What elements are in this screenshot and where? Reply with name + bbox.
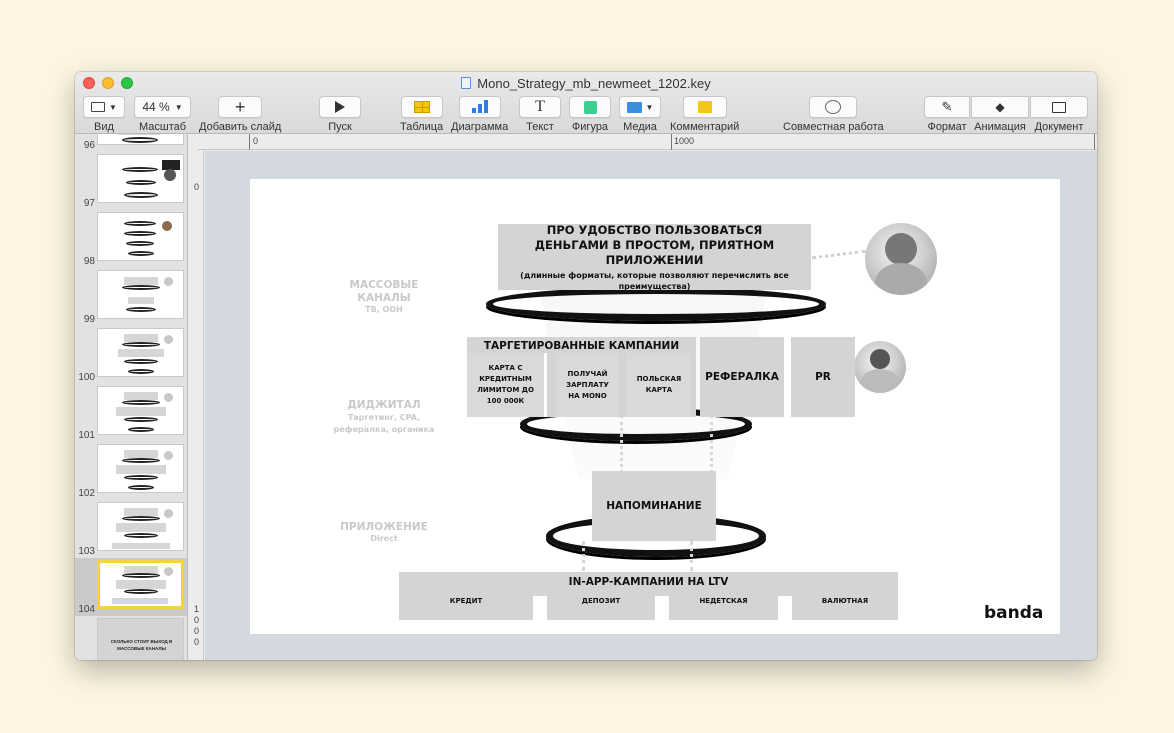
document-button[interactable]: Документ: [1030, 96, 1088, 133]
view-button[interactable]: ▼ Вид: [83, 96, 125, 133]
slide-thumbnail[interactable]: 100: [75, 326, 187, 384]
document-icon: [1052, 101, 1066, 113]
credit-card-box: КАРТА С КРЕДИТНЫМ ЛИМИТОМ ДО 100 000К: [467, 353, 547, 417]
animate-icon: ◆: [995, 100, 1005, 114]
inapp-item: НЕДЕТСКАЯ: [699, 597, 748, 605]
connector-line: [812, 249, 866, 260]
slide-thumbnail[interactable]: 99: [75, 268, 187, 326]
referral-box: РЕФЕРАЛКА: [700, 337, 784, 417]
horizontal-ruler: 0 1000: [198, 134, 1097, 150]
slide-thumbnail[interactable]: СКОЛЬКО СТОИТ ВЫХОД В МАССОВЫЕ КАНАЛЫ: [75, 616, 187, 660]
comment-icon: [697, 101, 712, 113]
inapp-item: ДЕПОЗИТ: [581, 597, 621, 605]
vertical-ruler: 0 1 0 0 0: [188, 134, 204, 660]
paintbrush-icon: ✎: [941, 99, 953, 114]
chart-button[interactable]: Диаграмма: [451, 96, 508, 133]
slide-thumbnail[interactable]: 103: [75, 500, 187, 558]
inapp-item: ВАЛЮТНАЯ: [821, 597, 869, 605]
digital-label: ДИДЖИТАЛ Таргетинг, CPA, рефералка, орга…: [333, 399, 435, 434]
banda-logo: banda: [984, 603, 1044, 623]
slide-canvas[interactable]: ПРО УДОБСТВО ПОЛЬЗОВАТЬСЯ ДЕНЬГАМИ В ПРО…: [205, 151, 1097, 660]
table-icon: [413, 101, 430, 113]
slide-thumbnail[interactable]: 102: [75, 442, 187, 500]
collaborate-icon: [825, 100, 842, 114]
media-button[interactable]: ▼ Медиа: [619, 96, 661, 133]
inapp-item: КРЕДИТ: [449, 597, 483, 605]
comment-button[interactable]: Комментарий: [670, 96, 739, 133]
app-label: ПРИЛОЖЕНИЕ Direct: [340, 521, 428, 543]
slide-navigator[interactable]: 96 97 98 99 100 101 102 103 104 СКОЛЬКО …: [75, 134, 188, 660]
photo-icon: [626, 101, 642, 113]
slide-thumbnail[interactable]: 96: [75, 134, 187, 152]
slide[interactable]: ПРО УДОБСТВО ПОЛЬЗОВАТЬСЯ ДЕНЬГАМИ В ПРО…: [250, 179, 1060, 634]
pr-box: PR: [791, 337, 855, 417]
view-icon: [91, 102, 106, 112]
text-button[interactable]: T Текст: [519, 96, 561, 133]
text-icon: T: [535, 98, 545, 115]
window-title: Mono_Strategy_mb_newmeet_1202.key: [75, 76, 1097, 91]
chevron-down-icon: ▼: [109, 102, 117, 112]
mass-channels-label: МАССОВЫЕ КАНАЛЫ ТВ, ООН: [349, 279, 419, 314]
reminder-box: НАПОМИНАНИЕ: [592, 471, 716, 541]
slide-thumbnail[interactable]: 101: [75, 384, 187, 442]
slide-thumbnail[interactable]: 97: [75, 152, 187, 210]
person-photo: [865, 223, 937, 295]
person-photo: [854, 341, 906, 393]
plus-icon: +: [234, 97, 246, 117]
keynote-document-icon: [461, 77, 472, 89]
format-button[interactable]: ✎ Формат: [924, 96, 970, 133]
toolbar: Mono_Strategy_mb_newmeet_1202.key ▼ Вид …: [75, 72, 1097, 134]
salary-card-box: ПОЛУЧАЙ ЗАРПЛАТУ НА MONO: [556, 353, 619, 417]
slide-thumbnail-selected[interactable]: 104: [75, 558, 187, 616]
table-button[interactable]: Таблица: [400, 96, 443, 133]
chart-icon: [471, 100, 488, 113]
zoom-select[interactable]: 44 % ▼ Масштаб: [134, 96, 191, 133]
shape-icon: [583, 100, 597, 114]
keynote-window: Mono_Strategy_mb_newmeet_1202.key ▼ Вид …: [75, 72, 1097, 660]
funnel-ring-top: [486, 287, 826, 321]
chevron-down-icon: ▼: [174, 102, 183, 112]
slide-thumbnail[interactable]: 98: [75, 210, 187, 268]
collaborate-button[interactable]: Совместная работа: [783, 96, 884, 133]
chevron-down-icon: ▼: [645, 102, 654, 112]
add-slide-button[interactable]: + Добавить слайд: [199, 96, 281, 133]
animate-button[interactable]: ◆ Анимация: [971, 96, 1029, 133]
polish-card-box: ПОЛЬСКАЯ КАРТА: [627, 353, 691, 417]
top-message-box: ПРО УДОБСТВО ПОЛЬЗОВАТЬСЯ ДЕНЬГАМИ В ПРО…: [498, 223, 811, 291]
play-button[interactable]: Пуск: [319, 96, 361, 133]
shape-button[interactable]: Фигура: [569, 96, 611, 133]
play-icon: [335, 101, 345, 113]
